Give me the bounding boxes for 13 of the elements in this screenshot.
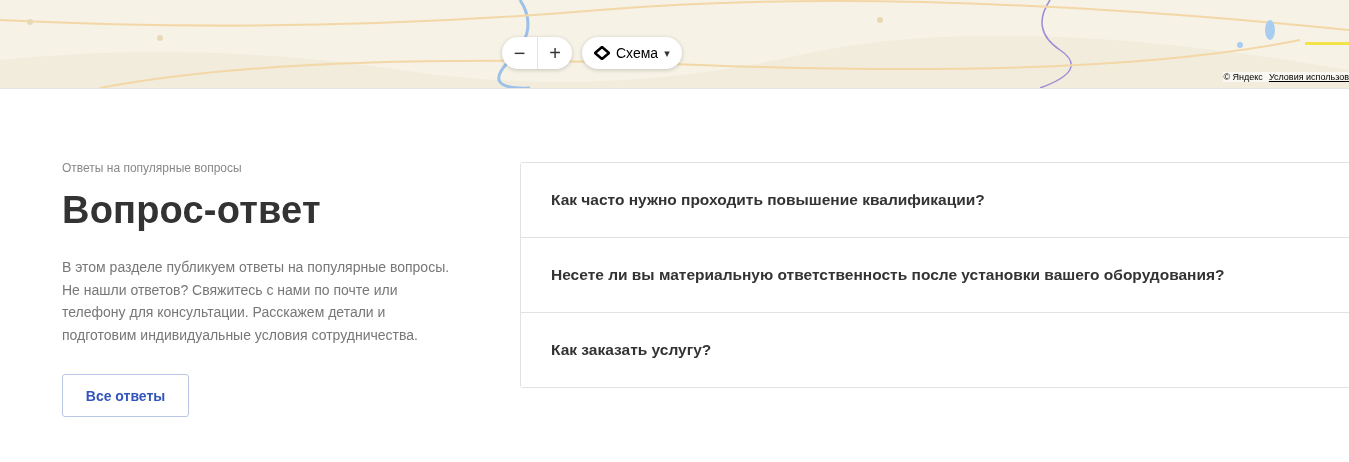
section-eyebrow: Ответы на популярные вопросы [62, 161, 243, 175]
terms-link[interactable]: Условия использов [1268, 72, 1349, 82]
all-answers-button[interactable]: Все ответы [62, 374, 189, 417]
layers-icon [594, 46, 610, 60]
section-title: Вопрос-ответ [62, 189, 322, 232]
zoom-in-button[interactable]: + [537, 37, 572, 69]
section-description: В этом разделе публикуем ответы на популярные вопросы. Не нашли ответов? Свяжитесь с нами по почте или телефону для консультации. Расскажем детали и подготовим индивидуальные условия сотрудничества. [62, 258, 451, 345]
map-copyright: © Яндекс [1223, 72, 1263, 82]
faq-question[interactable]: Как заказать услугу? [551, 341, 712, 359]
faq-question[interactable]: Как часто нужно проходить повышение квалификации? [551, 191, 985, 209]
faq-question[interactable]: Несете ли вы материальную ответственность после установки вашего оборудования? [551, 266, 1225, 284]
map-layer-button[interactable]: Схема ▾ [582, 37, 682, 69]
zoom-out-button[interactable]: − [502, 37, 537, 69]
